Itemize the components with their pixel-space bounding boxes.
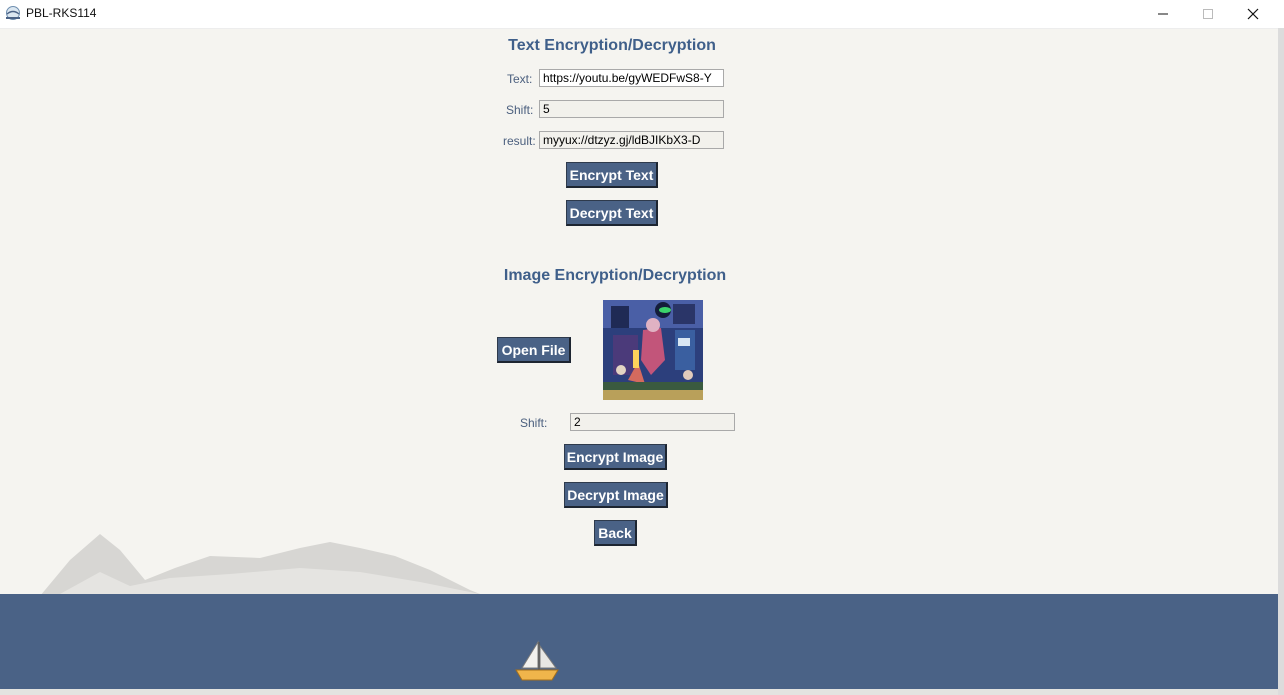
close-icon	[1247, 8, 1259, 20]
app-logo-icon	[6, 6, 20, 20]
bottom-strip	[0, 689, 1278, 695]
window-title: PBL-RKS114	[26, 6, 97, 20]
maximize-icon	[1203, 9, 1213, 19]
image-section-heading: Image Encryption/Decryption	[503, 267, 727, 284]
decrypt-image-button[interactable]: Decrypt Image	[564, 482, 668, 508]
image-shift-input[interactable]: 2	[570, 413, 735, 431]
image-preview	[603, 300, 703, 400]
footer-band	[0, 594, 1278, 689]
result-label: result:	[503, 134, 536, 148]
mountain-background	[0, 534, 1278, 600]
text-section-heading: Text Encryption/Decryption	[508, 37, 716, 54]
text-label: Text:	[507, 72, 533, 86]
shift-label: Shift:	[506, 103, 534, 117]
encrypt-text-button[interactable]: Encrypt Text	[566, 162, 658, 188]
window-border	[1278, 28, 1284, 695]
maximize-button[interactable]	[1185, 0, 1231, 28]
minimize-icon	[1158, 13, 1168, 15]
encrypt-image-button[interactable]: Encrypt Image	[564, 444, 667, 470]
open-file-button[interactable]: Open File	[497, 337, 571, 363]
close-button[interactable]	[1230, 0, 1276, 28]
minimize-button[interactable]	[1140, 0, 1186, 28]
title-bar: PBL-RKS114	[0, 0, 1284, 29]
sailboat-icon	[515, 640, 559, 681]
text-input[interactable]: https://youtu.be/gyWEDFwS8-Y	[539, 69, 724, 87]
text-shift-input[interactable]: 5	[539, 100, 724, 118]
decrypt-text-button[interactable]: Decrypt Text	[566, 200, 658, 226]
result-field[interactable]: myyux://dtzyz.gj/ldBJIKbX3-D	[539, 131, 724, 149]
image-shift-label: Shift:	[520, 416, 548, 430]
